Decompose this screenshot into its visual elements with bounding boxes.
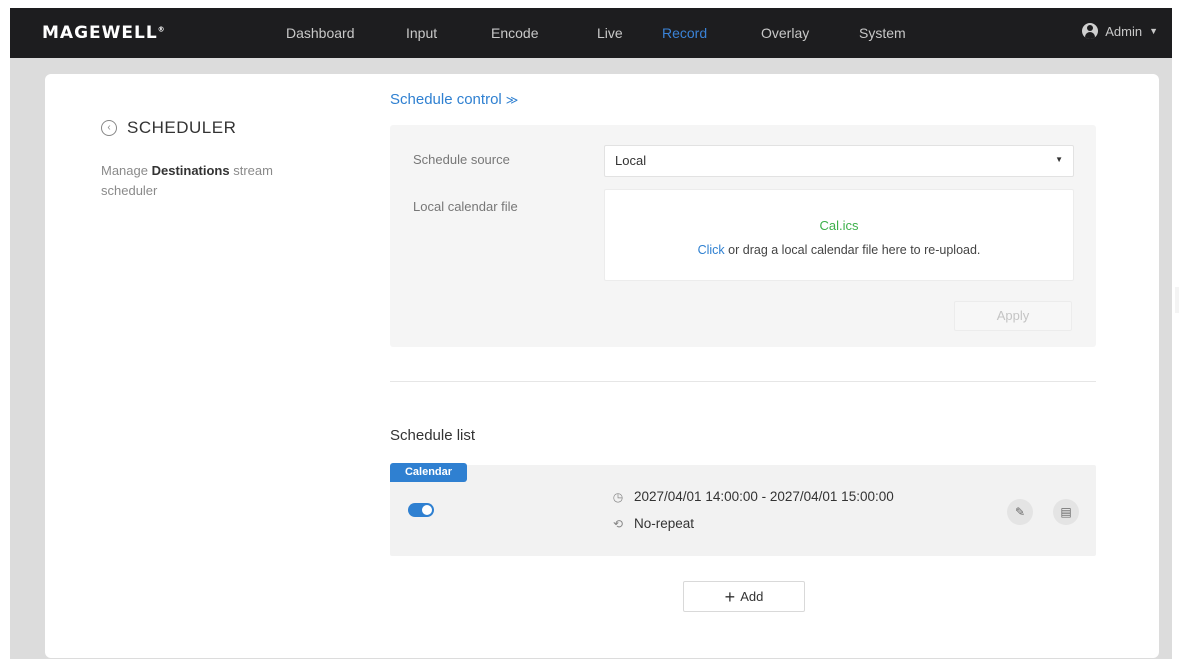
calendar-file-dropzone[interactable]: Cal.ics Click or drag a local calendar f…: [604, 189, 1074, 281]
caret-down-icon: ▼: [1055, 155, 1063, 164]
user-icon: [1082, 23, 1099, 39]
local-calendar-file-label: Local calendar file: [413, 199, 518, 214]
brand-logo[interactable]: MAGEWELL®: [42, 23, 166, 43]
schedule-control-toggle[interactable]: Schedule control ≫: [390, 91, 518, 108]
schedule-repeat: ⟲ No-repeat: [611, 516, 694, 531]
edit-icon[interactable]: ✎: [1007, 499, 1033, 525]
calendar-file-name: Cal.ics: [819, 218, 859, 233]
add-schedule-button[interactable]: + Add: [683, 581, 805, 612]
add-label: Add: [740, 589, 764, 604]
side-handle[interactable]: [1175, 287, 1179, 313]
nav-overlay[interactable]: Overlay: [761, 25, 809, 41]
schedule-repeat-text: No-repeat: [634, 516, 695, 531]
page-description: Manage Destinations stream scheduler: [101, 161, 321, 201]
plus-icon: +: [724, 586, 736, 607]
schedule-control-title: Schedule control: [390, 91, 502, 108]
back-button[interactable]: ‹ SCHEDULER: [101, 118, 236, 138]
schedule-list-item: Calendar ◷ 2027/04/01 14:00:00 - 2027/04…: [390, 463, 1096, 556]
upload-hint: Click or drag a local calendar file here…: [605, 243, 1073, 257]
schedule-source-select[interactable]: Local ▼: [604, 145, 1074, 177]
schedule-control-panel: Schedule source Local ▼ Local calendar f…: [390, 125, 1096, 347]
nav-system[interactable]: System: [859, 25, 906, 41]
calendar-badge: Calendar: [390, 463, 467, 482]
back-circle-icon: ‹: [101, 120, 117, 136]
nav-dashboard[interactable]: Dashboard: [286, 25, 355, 41]
desc-bold: Destinations: [151, 163, 230, 178]
clock-icon: ◷: [612, 489, 624, 504]
desc-prefix: Manage: [101, 163, 152, 178]
repeat-icon: ⟲: [612, 516, 624, 531]
delete-icon[interactable]: ▤: [1053, 499, 1079, 525]
main-card: ‹ SCHEDULER Manage Destinations stream s…: [45, 74, 1159, 658]
user-menu[interactable]: Admin ▼: [1082, 23, 1158, 39]
caret-down-icon: ▼: [1149, 26, 1158, 36]
schedule-enable-toggle[interactable]: [408, 503, 434, 517]
schedule-source-value: Local: [615, 153, 647, 168]
user-name: Admin: [1105, 23, 1143, 39]
nav-record[interactable]: Record: [662, 25, 707, 41]
double-chevron-down-icon: ≫: [505, 93, 519, 107]
schedule-source-label: Schedule source: [413, 152, 510, 167]
apply-button[interactable]: Apply: [954, 301, 1072, 331]
section-divider: [390, 381, 1096, 382]
nav-live[interactable]: Live: [597, 25, 623, 41]
top-nav-bar: MAGEWELL® Dashboard Input Encode Live Re…: [10, 8, 1172, 58]
schedule-time: ◷ 2027/04/01 14:00:00 - 2027/04/01 15:00…: [611, 489, 894, 504]
upload-hint-text: or drag a local calendar file here to re…: [724, 243, 981, 257]
schedule-time-text: 2027/04/01 14:00:00 - 2027/04/01 15:00:0…: [634, 489, 894, 504]
schedule-list-title: Schedule list: [390, 427, 476, 444]
nav-input[interactable]: Input: [406, 25, 437, 41]
page-title: SCHEDULER: [127, 118, 237, 137]
nav-encode[interactable]: Encode: [491, 25, 538, 41]
upload-click-link[interactable]: Click: [698, 243, 725, 257]
